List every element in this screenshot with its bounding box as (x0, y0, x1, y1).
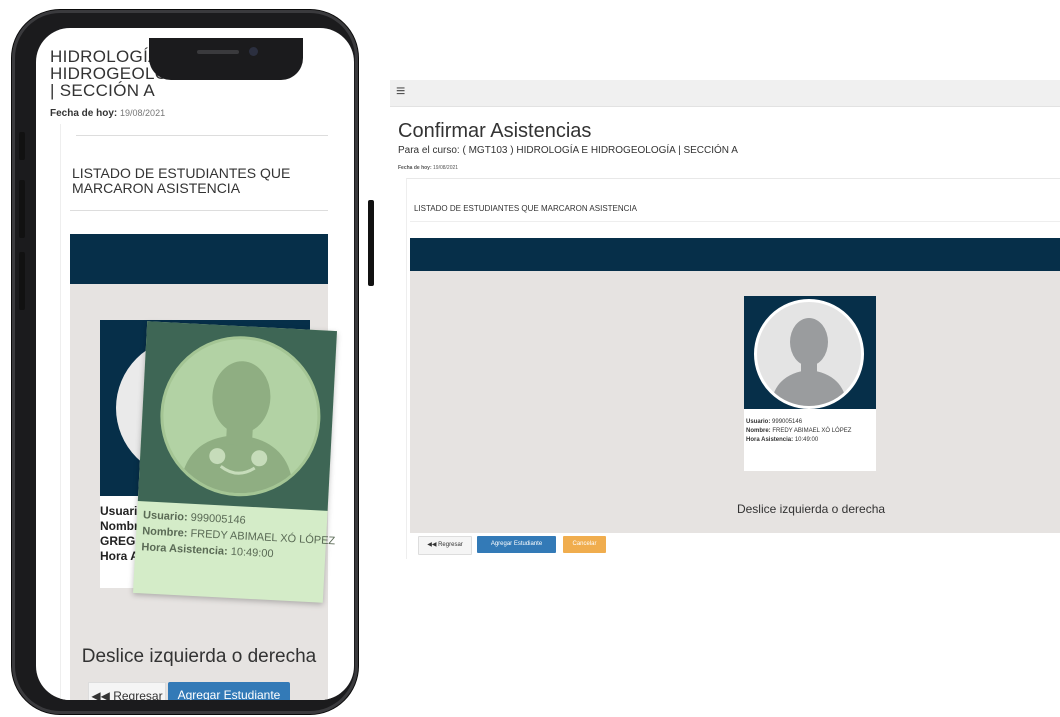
usuario-label: Usuario: (142, 509, 188, 524)
current-date: Fecha de hoy: 19/08/2021 (50, 108, 165, 119)
avatar-circle (156, 332, 325, 501)
phone-notch (149, 38, 303, 80)
hora-label: Hora Asistencia: (746, 437, 794, 443)
desktop-view: ≡ Confirmar Asistencias Para el curso: (… (390, 80, 1060, 560)
user-silhouette-icon (179, 361, 294, 497)
back-button[interactable]: ◀◀ Regresar (88, 682, 166, 700)
nombre-label: Nombr (100, 519, 139, 533)
date-label: Fecha de hoy: (50, 108, 118, 119)
list-heading: LISTADO DE ESTUDIANTES QUE MARCARON ASIS… (414, 204, 637, 213)
swipe-hint: Deslice izquierda o derecha (736, 502, 886, 516)
add-student-button[interactable]: Agregar Estudiante (168, 682, 290, 700)
date-label: Fecha de hoy: (398, 165, 432, 171)
nombre-extra: GREG (100, 534, 136, 548)
phone-mute-switch (19, 132, 25, 160)
phone-power-button (368, 200, 374, 286)
usuario-value: 999005146 (190, 511, 247, 527)
hora-value: 10:49:00 (794, 437, 819, 443)
divider (76, 135, 328, 136)
hamburger-menu-icon[interactable]: ≡ (396, 83, 405, 101)
student-carousel[interactable]: Usuario: 999005146 Nombre: FREDY ABIMAEL… (410, 238, 1060, 533)
usuario-label: Usuari (100, 504, 138, 518)
avatar-circle (754, 299, 864, 409)
phone-volume-down (19, 252, 25, 310)
current-date: Fecha de hoy: 19/08/2021 (398, 165, 458, 171)
phone-mockup: HIDROLOGÍA E HIDROGEOLOGÍA | SECCIÓN A F… (12, 10, 374, 714)
cancel-button[interactable]: Cancelar (563, 536, 606, 553)
divider (70, 210, 328, 211)
carousel-header-bar (70, 234, 328, 284)
student-card-info: Usuario: 999005146 Nombre: FREDY ABIMAEL… (141, 507, 336, 565)
list-heading: LISTADO DE ESTUDIANTES QUE MARCARON ASIS… (72, 165, 291, 196)
hora-label: Hora Asistencia: (141, 541, 229, 558)
student-photo (744, 296, 876, 409)
user-silhouette-icon (771, 318, 847, 406)
top-navbar: ≡ (390, 80, 1060, 107)
nombre-label: Nombre: (746, 428, 771, 434)
page-title: Confirmar Asistencias (398, 120, 592, 142)
course-subtitle: Para el curso: ( MGT103 ) HIDROLOGÍA E H… (398, 145, 738, 156)
hora-value: 10:49:00 (230, 545, 274, 561)
speaker-grille (197, 50, 239, 54)
student-card-swiping[interactable]: Usuario: 999005146 Nombre: FREDY ABIMAEL… (133, 321, 337, 603)
student-photo (137, 321, 337, 511)
phone-volume-up (19, 180, 25, 238)
nombre-value: FREDY ABIMAEL XÓ LÓPEZ (772, 428, 852, 434)
usuario-value: 999005146 (772, 419, 803, 425)
student-card-info: Usuario: 999005146 Nombre: FREDY ABIMAEL… (746, 418, 851, 445)
date-value: 19/08/2021 (433, 165, 459, 171)
phone-screen: HIDROLOGÍA E HIDROGEOLOGÍA | SECCIÓN A F… (36, 28, 354, 700)
front-camera-icon (249, 47, 258, 56)
swipe-hint: Deslice izquierda o derecha (81, 646, 317, 667)
student-card[interactable]: Usuario: 999005146 Nombre: FREDY ABIMAEL… (744, 296, 876, 471)
divider (410, 221, 1060, 222)
back-button[interactable]: ◀◀ Regresar (418, 536, 472, 555)
usuario-label: Usuario: (746, 419, 771, 425)
date-value: 19/08/2021 (120, 108, 166, 118)
nombre-label: Nombre: (141, 525, 188, 540)
student-carousel[interactable]: Usuari Nombr GREG Hora A Usuario: 999005… (70, 234, 337, 700)
carousel-header-bar (410, 238, 1060, 271)
add-student-button[interactable]: Agregar Estudiante (477, 536, 556, 553)
